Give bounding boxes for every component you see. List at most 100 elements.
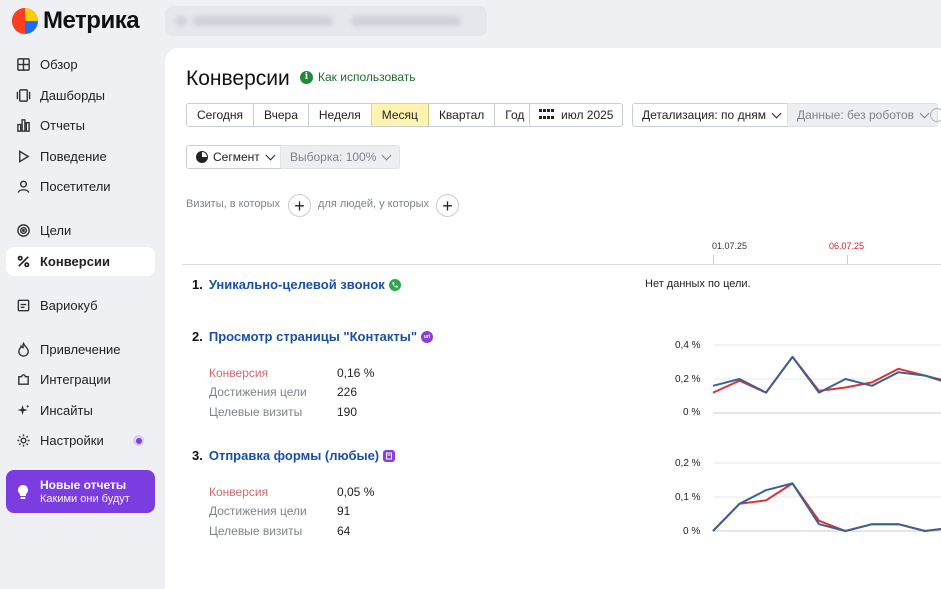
info-icon: i <box>300 70 313 84</box>
goal-link[interactable]: Просмотр страницы "Контакты" <box>209 329 417 344</box>
counter-id-blurred <box>351 16 461 26</box>
period-month[interactable]: Месяц <box>371 104 429 126</box>
sidebar-item-label: Настройки <box>40 433 104 448</box>
promo-subtitle: Какими они будут <box>40 492 130 505</box>
metric-row: Конверсия 0,05 % <box>209 485 374 499</box>
notification-dot <box>133 435 144 446</box>
sidebar-item-goals[interactable]: Цели <box>6 216 155 245</box>
chevron-down-icon <box>265 150 276 160</box>
sidebar-item-insights[interactable]: Инсайты <box>6 396 155 425</box>
goal-row-2: 2. Просмотр страницы "Контакты" url <box>192 329 434 344</box>
goal-number: 1. <box>192 277 203 292</box>
counter-selector[interactable] <box>165 6 487 36</box>
url-icon: url <box>421 330 434 343</box>
detail-dropdown[interactable]: Детализация: по дням <box>632 103 790 127</box>
y-tick-label: 0 % <box>683 407 701 418</box>
y-tick-label: 0,2 % <box>675 374 701 385</box>
flame-icon <box>15 342 31 358</box>
app-name: Метрика <box>43 7 140 34</box>
sidebar-item-settings[interactable]: Настройки <box>6 426 155 455</box>
period-week[interactable]: Неделя <box>308 104 372 126</box>
cube-icon <box>15 298 31 314</box>
sidebar-item-integrations[interactable]: Интеграции <box>6 365 155 394</box>
help-icon[interactable] <box>930 108 941 122</box>
data-filter-dropdown[interactable]: Данные: без роботов <box>787 103 939 127</box>
sidebar-item-behavior[interactable]: Поведение <box>6 142 155 171</box>
goal-link[interactable]: Отправка формы (любые) <box>209 448 379 463</box>
period-yesterday[interactable]: Вчера <box>254 104 309 126</box>
period-selector: Сегодня Вчера Неделя Месяц Квартал Год <box>186 103 536 127</box>
sidebar-item-acquisition[interactable]: Привлечение <box>6 335 155 364</box>
lightbulb-icon <box>18 484 28 499</box>
goal-row-1: 1. Уникально-целевой звонок <box>192 277 401 292</box>
period-today[interactable]: Сегодня <box>187 104 254 126</box>
target-icon <box>15 223 31 239</box>
series-line-1 <box>712 482 941 532</box>
sidebar-item-reports[interactable]: Отчеты <box>6 111 155 140</box>
segment-dropdown[interactable]: Сегмент <box>186 145 284 169</box>
goal-row-3: 3. Отправка формы (любые) <box>192 448 396 463</box>
metric-label: Конверсия <box>209 485 269 499</box>
dashboard-icon <box>15 88 31 104</box>
promo-new-reports[interactable]: Новые отчеты Какими они будут <box>6 470 155 513</box>
date-range-button[interactable]: июл 2025 <box>529 103 624 127</box>
page-title: Конверсии <box>186 67 290 90</box>
sidebar-item-visitors[interactable]: Посетители <box>6 172 155 201</box>
howto-label: Как использовать <box>318 70 416 84</box>
sidebar-item-label: Дашборды <box>40 88 105 103</box>
metric-row: Конверсия 0,16 % <box>209 366 374 380</box>
sidebar-item-conversions[interactable]: Конверсии <box>6 247 155 276</box>
add-people-filter-button[interactable]: + <box>436 194 459 217</box>
metric-row: Достижения цели 226 <box>209 385 357 399</box>
metric-row: Целевые визиты 190 <box>209 405 357 419</box>
metric-value: 226 <box>337 385 358 399</box>
series-line-1 <box>712 355 941 394</box>
conversion-chart-goal-3 <box>712 462 941 532</box>
counter-name-blurred <box>193 16 333 26</box>
sidebar-item-label: Инсайты <box>40 403 93 418</box>
sidebar-item-overview[interactable]: Обзор <box>6 50 155 79</box>
sidebar-item-label: Привлечение <box>40 342 121 357</box>
timeline-tick <box>847 255 848 264</box>
y-tick-label: 0,2 % <box>675 458 701 469</box>
visits-filter-label: Визиты, в которых <box>186 198 280 210</box>
sidebar-item-dashboards[interactable]: Дашборды <box>6 81 155 110</box>
timeline-date-weekend: 06.07.25 <box>829 241 865 251</box>
add-visits-filter-button[interactable]: + <box>288 194 311 217</box>
period-quarter[interactable]: Квартал <box>428 104 496 126</box>
metric-value: 0,16 % <box>337 366 375 380</box>
bar-chart-icon <box>15 118 31 134</box>
counter-icon <box>175 16 187 26</box>
promo-title: Новые отчеты <box>40 477 127 492</box>
metric-label: Достижения цели <box>209 504 307 518</box>
percent-icon <box>15 254 31 270</box>
conversion-chart-goal-2 <box>712 344 941 414</box>
metric-label: Конверсия <box>209 366 269 380</box>
howto-link[interactable]: i Как использовать <box>300 70 416 84</box>
chevron-down-icon <box>381 150 392 160</box>
series-line-2 <box>712 355 941 394</box>
sidebar-item-label: Отчеты <box>40 118 85 133</box>
y-tick-label: 0,1 % <box>675 492 701 503</box>
metric-label: Целевые визиты <box>209 405 303 419</box>
sample-dropdown[interactable]: Выборка: 100% <box>280 145 401 169</box>
data-filter-label: Данные: без роботов <box>797 108 915 122</box>
sidebar-item-label: Интеграции <box>40 372 111 387</box>
segment-label: Сегмент <box>213 150 260 164</box>
timeline-date: 01.07.25 <box>712 241 748 251</box>
calendar-icon <box>539 109 554 121</box>
goal-link[interactable]: Уникально-целевой звонок <box>209 277 385 292</box>
grid-icon <box>15 57 31 73</box>
chevron-down-icon <box>771 108 782 118</box>
gear-icon <box>15 433 31 449</box>
y-tick-label: 0,4 % <box>675 340 701 351</box>
play-icon <box>15 149 31 165</box>
sidebar-item-variocube[interactable]: Вариокуб <box>6 291 155 320</box>
sample-label: Выборка: 100% <box>290 150 377 164</box>
sidebar-item-label: Поведение <box>40 149 107 164</box>
metrika-logo-icon <box>12 8 38 34</box>
metric-label: Целевые визиты <box>209 524 303 538</box>
sparkle-icon <box>15 403 31 419</box>
logo[interactable]: Метрика <box>12 7 140 35</box>
y-tick-label: 0 % <box>683 526 701 537</box>
